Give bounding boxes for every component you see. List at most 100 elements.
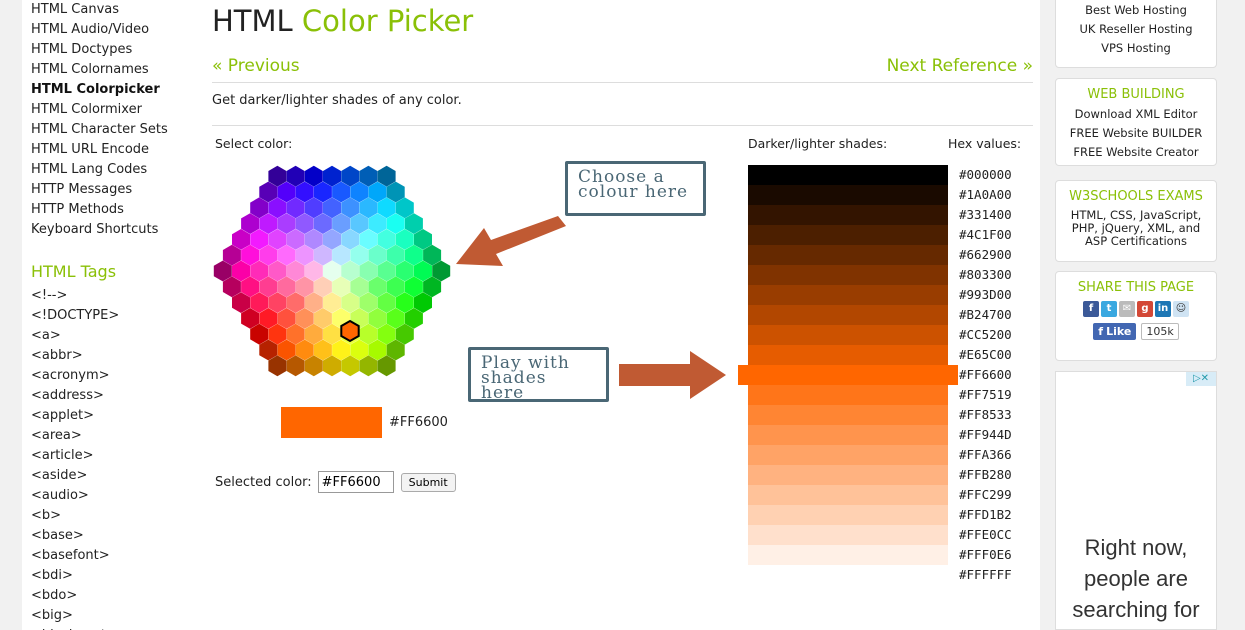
hex-value: #CC5200 [959, 327, 1012, 342]
web-building-box: WEB BUILDING Download XML Editor FREE Web… [1055, 78, 1217, 166]
nav-tag-item[interactable]: <abbr> [22, 346, 194, 366]
hex-value: #FFC299 [959, 487, 1012, 502]
nav-tag-item[interactable]: <aside> [22, 466, 194, 486]
nav-tag-item[interactable]: <bdo> [22, 586, 194, 606]
google-plus-icon[interactable]: g [1137, 301, 1153, 317]
hex-value: #FF6600 [959, 367, 1012, 382]
hex-value: #803300 [959, 267, 1012, 282]
shade-row[interactable] [748, 505, 948, 525]
nav-tag-item[interactable]: <acronym> [22, 366, 194, 386]
shade-row[interactable] [748, 405, 948, 425]
nav-tag-item[interactable]: <!--> [22, 286, 194, 306]
nav-item[interactable]: HTML Audio/Video [22, 20, 194, 40]
shade-row[interactable] [748, 305, 948, 325]
shade-row[interactable] [748, 285, 948, 305]
nav-item[interactable]: HTML Character Sets [22, 120, 194, 140]
nav-tag-item[interactable]: <area> [22, 426, 194, 446]
hosting-link[interactable]: UK Reseller Hosting [1056, 20, 1216, 39]
shade-row[interactable] [748, 525, 948, 545]
nav-tag-item[interactable]: <applet> [22, 406, 194, 426]
facebook-like-button[interactable]: f Like [1093, 323, 1137, 340]
like-row: f Like 105k [1056, 323, 1216, 340]
hex-value: #4C1F00 [959, 227, 1012, 242]
like-count: 105k [1141, 323, 1179, 340]
shade-row[interactable] [748, 445, 948, 465]
nav-tag-item[interactable]: <article> [22, 446, 194, 466]
shade-row[interactable] [748, 185, 948, 205]
facebook-icon[interactable]: f [1083, 301, 1099, 317]
shade-row[interactable] [748, 545, 948, 565]
web-building-heading: WEB BUILDING [1087, 87, 1185, 102]
hosting-link[interactable]: VPS Hosting [1056, 39, 1216, 58]
nav-item[interactable]: HTML URL Encode [22, 140, 194, 160]
hex-value: #FFF0E6 [959, 547, 1012, 562]
hex-value: #331400 [959, 207, 1012, 222]
hosting-box: Best Web Hosting UK Reseller Hosting VPS H… [1055, 0, 1217, 68]
shade-row[interactable] [748, 265, 948, 285]
nav-item[interactable]: HTML Lang Codes [22, 160, 194, 180]
share-icons-row: f t ✉ g in ☺ [1056, 301, 1216, 317]
shade-row-selected[interactable] [738, 365, 958, 385]
nav-tag-item[interactable]: <blockquote> [22, 626, 194, 630]
hex-value: #FFA366 [959, 447, 1012, 462]
nav-tag-item[interactable]: <base> [22, 526, 194, 546]
shade-row[interactable] [748, 385, 948, 405]
ad-choices-icon[interactable]: ▷✕ [1186, 372, 1216, 386]
nav-item[interactable]: HTML Colornames [22, 60, 194, 80]
nav-tags-list: <!--> <!DOCTYPE> <a> <abbr> <acronym> <addres… [22, 286, 194, 630]
hosting-link[interactable]: Best Web Hosting [1056, 1, 1216, 20]
web-building-link[interactable]: Download XML Editor [1056, 105, 1216, 124]
web-building-link[interactable]: FREE Website Creator [1056, 143, 1216, 162]
shade-row[interactable] [748, 245, 948, 265]
hex-value: #FFB280 [959, 467, 1012, 482]
nav-item[interactable]: Keyboard Shortcuts [22, 220, 194, 240]
hex-value: #1A0A00 [959, 187, 1012, 202]
nav-item[interactable]: HTML Colormixer [22, 100, 194, 120]
exams-heading: W3SCHOOLS EXAMS [1069, 189, 1203, 204]
shade-row[interactable] [748, 425, 948, 445]
shade-row[interactable] [748, 225, 948, 245]
nav-tag-item[interactable]: <big> [22, 606, 194, 626]
hex-value: #E65C00 [959, 347, 1012, 362]
hex-value: #FFFFFF [959, 567, 1012, 582]
hex-value: #FF7519 [959, 387, 1012, 402]
nav-item[interactable]: HTTP Methods [22, 200, 194, 220]
shade-row[interactable] [748, 205, 948, 225]
hex-value: #000000 [959, 167, 1012, 182]
email-icon[interactable]: ✉ [1119, 301, 1135, 317]
nav-tag-item[interactable]: <address> [22, 386, 194, 406]
share-heading: SHARE THIS PAGE [1077, 280, 1195, 295]
hex-value: #662900 [959, 247, 1012, 262]
shade-row[interactable] [748, 345, 948, 365]
hex-values-list: #000000 #1A0A00 #331400 #4C1F00 #662900 #8033… [959, 165, 1012, 585]
nav-tag-item[interactable]: <bdi> [22, 566, 194, 586]
share-box: SHARE THIS PAGE f t ✉ g in ☺ f Like 105k [1055, 271, 1217, 361]
shade-row[interactable] [748, 325, 948, 345]
twitter-icon[interactable]: t [1101, 301, 1117, 317]
left-navigation: HTML Canvas HTML Audio/Video HTML Doctypes… [22, 0, 194, 630]
shades-column [738, 165, 958, 565]
linkedin-icon[interactable]: in [1155, 301, 1171, 317]
reddit-icon[interactable]: ☺ [1173, 301, 1189, 317]
hex-value: #FF8533 [959, 407, 1012, 422]
web-building-link[interactable]: FREE Website BUILDER [1056, 124, 1216, 143]
nav-item[interactable]: HTTP Messages [22, 180, 194, 200]
shade-row[interactable] [748, 165, 948, 185]
exams-box: W3SCHOOLS EXAMS HTML, CSS, JavaScript, P… [1055, 180, 1217, 262]
nav-tag-item[interactable]: <b> [22, 506, 194, 526]
nav-tag-item[interactable]: <!DOCTYPE> [22, 306, 194, 326]
ad-text: Right now, people are searching for [1072, 535, 1200, 622]
nav-reference-list: HTML Canvas HTML Audio/Video HTML Doctypes… [22, 0, 194, 240]
nav-item[interactable]: HTML Doctypes [22, 40, 194, 60]
main-content: HTML Color Picker « Previous Next Refere… [194, 0, 1040, 630]
advertisement[interactable]: ▷✕ Right now, people are searching for [1055, 371, 1217, 630]
hex-value: #FF944D [959, 427, 1012, 442]
nav-tag-item[interactable]: <a> [22, 326, 194, 346]
nav-tag-item[interactable]: <audio> [22, 486, 194, 506]
nav-tag-item[interactable]: <basefont> [22, 546, 194, 566]
shade-row[interactable] [748, 465, 948, 485]
shade-row[interactable] [748, 485, 948, 505]
exams-text[interactable]: HTML, CSS, JavaScript, PHP, jQuery, XML,… [1060, 209, 1212, 248]
nav-item[interactable]: HTML Canvas [22, 0, 194, 20]
nav-item[interactable]: HTML Colorpicker [22, 80, 194, 100]
